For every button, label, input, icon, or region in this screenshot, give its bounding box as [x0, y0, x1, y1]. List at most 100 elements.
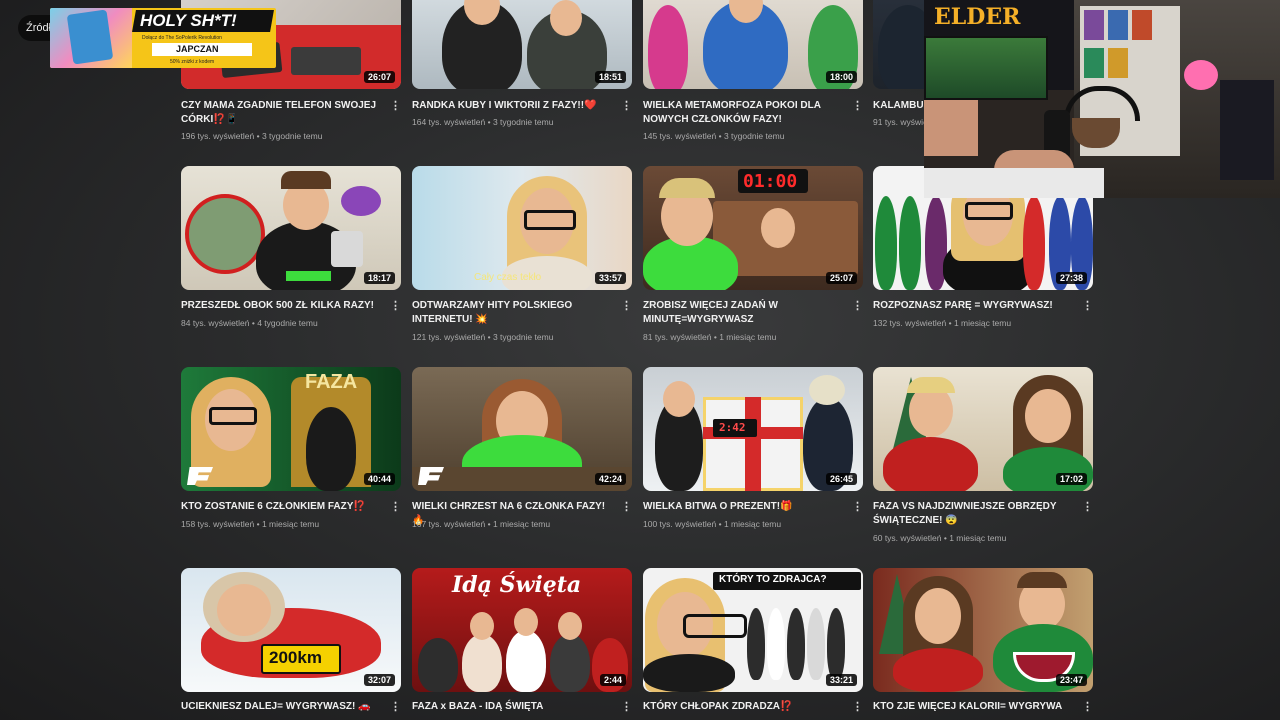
video-duration: 25:07 [825, 272, 857, 284]
view-count: 167 tys. wyświetleń [412, 519, 486, 529]
video-thumbnail[interactable]: KTÓRY TO ZDRAJCA? 33:21 [643, 568, 863, 692]
video-title[interactable]: PRZESZEDŁ OBOK 500 ZŁ KILKA RAZY! [181, 299, 381, 313]
upload-age: 3 tygodnie temu [492, 117, 554, 127]
upload-age: 3 tygodnie temu [723, 131, 785, 141]
sponsor-title: HOLY SH*T! [140, 11, 237, 30]
view-count: 145 tys. wyświetleń [643, 131, 717, 141]
more-options-icon[interactable]: ⋮ [852, 299, 863, 313]
video-meta: 81 tys. wyświetleń • 1 miesiąc temu [643, 332, 777, 342]
more-options-icon[interactable]: ⋮ [390, 99, 401, 113]
video-thumbnail[interactable]: 23:47 [873, 568, 1093, 692]
video-meta: 164 tys. wyświetleń • 3 tygodnie temu [412, 117, 554, 127]
video-meta: 145 tys. wyświetleń • 3 tygodnie temu [643, 131, 785, 141]
upload-age: 3 tygodnie temu [261, 131, 323, 141]
video-duration: 40:44 [363, 473, 395, 485]
video-title[interactable]: ROZPOZNASZ PARĘ = WYGRYWASZ! [873, 299, 1073, 313]
video-thumbnail[interactable]: FAZA 40:44 [181, 367, 401, 491]
video-duration: 23:47 [1055, 674, 1087, 686]
upload-age: 1 miesiąc temu [261, 519, 320, 529]
faza-logo: FAZA [305, 371, 358, 393]
webcam-overlay: ELDER [924, 0, 1280, 198]
video-thumbnail[interactable]: 01:00 25:07 [643, 166, 863, 290]
more-options-icon[interactable]: ⋮ [621, 99, 632, 113]
sponsor-banner: HOLY SH*T! Dołącz do The SoPolerik Revol… [50, 8, 276, 68]
video-duration: 26:07 [363, 71, 395, 83]
view-count: 132 tys. wyświetleń [873, 318, 947, 328]
video-title[interactable]: KTO ZOSTANIE 6 CZŁONKIEM FAZY⁉️ [181, 500, 381, 514]
more-options-icon[interactable]: ⋮ [621, 299, 632, 313]
upload-age: 1 miesiąc temu [492, 519, 551, 529]
video-title[interactable]: FAZA x BAZA - IDĄ ŚWIĘTA [412, 700, 612, 714]
countdown-timer: 2:42 [719, 421, 746, 434]
more-options-icon[interactable]: ⋮ [852, 500, 863, 514]
video-thumbnail[interactable]: 200km 32:07 [181, 568, 401, 692]
upload-age: 1 miesiąc temu [719, 332, 777, 342]
video-meta: 121 tys. wyświetleń • 3 tygodnie temu [412, 332, 554, 342]
video-title[interactable]: FAZA VS NAJDZIWNIEJSZE OBRZĘDY ŚWIĄTECZN… [873, 500, 1073, 528]
countdown-timer: 01:00 [743, 171, 798, 192]
video-duration: 17:02 [1055, 473, 1087, 485]
video-meta: 158 tys. wyświetleń • 1 miesiąc temu [181, 519, 320, 529]
more-options-icon[interactable]: ⋮ [621, 500, 632, 514]
video-title[interactable]: CZY MAMA ZGADNIE TELEFON SWOJEJ CÓRKI⁉️📱 [181, 99, 381, 127]
video-title[interactable]: KTO ZJE WIĘCEJ KALORII= WYGRYWA [873, 700, 1073, 714]
view-count: 84 tys. wyświetleń [181, 318, 250, 328]
view-count: 100 tys. wyświetleń [643, 519, 717, 529]
video-duration: 18:17 [363, 272, 395, 284]
more-options-icon[interactable]: ⋮ [852, 99, 863, 113]
video-title[interactable]: WIELKA BITWA O PREZENT!🎁 [643, 500, 843, 514]
video-title[interactable]: ODTWARZAMY HITY POLSKIEGO INTERNETU! 💥 [412, 299, 612, 327]
video-thumbnail[interactable]: 42:24 [412, 367, 632, 491]
more-options-icon[interactable]: ⋮ [621, 700, 632, 714]
video-title[interactable]: ZROBISZ WIĘCEJ ZADAŃ W MINUTĘ=WYGRYWASZ [643, 299, 843, 327]
video-duration: 32:07 [363, 674, 395, 686]
view-count: 81 tys. wyświetleń [643, 332, 712, 342]
upload-age: 3 tygodnie temu [492, 332, 554, 342]
thumbnail-banner: KTÓRY TO ZDRAJCA? [719, 574, 827, 585]
upload-age: 1 miesiąc temu [723, 519, 782, 529]
sponsor-line: Dołącz do The SoPolerik Revolution [142, 35, 222, 41]
more-options-icon[interactable]: ⋮ [1082, 299, 1093, 313]
more-options-icon[interactable]: ⋮ [852, 700, 863, 714]
video-thumbnail[interactable]: 17:02 [873, 367, 1093, 491]
sponsor-brand: JAPCZAN [176, 44, 219, 54]
video-thumbnail[interactable]: 18:51 [412, 0, 632, 89]
video-meta: 196 tys. wyświetleń • 3 tygodnie temu [181, 131, 323, 141]
more-options-icon[interactable]: ⋮ [1082, 700, 1093, 714]
view-count: 121 tys. wyświetleń [412, 332, 486, 342]
more-options-icon[interactable]: ⋮ [390, 500, 401, 514]
video-meta: 167 tys. wyświetleń • 1 miesiąc temu [412, 519, 551, 529]
view-count: 196 tys. wyświetleń [181, 131, 255, 141]
video-duration: 33:57 [594, 272, 626, 284]
video-meta: 60 tys. wyświetleń • 1 miesiąc temu [873, 533, 1007, 543]
video-duration: 33:21 [825, 674, 857, 686]
streamer-name: ELDER [934, 4, 1021, 30]
video-thumbnail[interactable]: 18:17 [181, 166, 401, 290]
upload-age: 1 miesiąc temu [953, 318, 1012, 328]
video-thumbnail[interactable]: 2:42 26:45 [643, 367, 863, 491]
more-options-icon[interactable]: ⋮ [1082, 500, 1093, 514]
video-duration: 2:44 [599, 674, 626, 686]
video-thumbnail[interactable]: Idą Święta 2:44 [412, 568, 632, 692]
video-duration: 27:38 [1055, 272, 1087, 284]
video-duration: 42:24 [594, 473, 626, 485]
distance-sign: 200km [269, 648, 322, 667]
video-title[interactable]: RANDKA KUBY I WIKTORII Z FAZY!!❤️ [412, 99, 612, 113]
video-meta: 84 tys. wyświetleń • 4 tygodnie temu [181, 318, 318, 328]
video-title[interactable]: WIELKA METAMORFOZA POKOI DLA NOWYCH CZŁO… [643, 99, 843, 127]
sponsor-discount: 50% zniżki z kodem [170, 59, 215, 65]
video-meta: 100 tys. wyświetleń • 1 miesiąc temu [643, 519, 782, 529]
upload-age: 4 tygodnie temu [257, 318, 318, 328]
video-duration: 26:45 [825, 473, 857, 485]
video-thumbnail[interactable]: 18:00 [643, 0, 863, 89]
video-duration: 18:00 [825, 71, 857, 83]
video-meta: 132 tys. wyświetleń • 1 miesiąc temu [873, 318, 1012, 328]
upload-age: 1 miesiąc temu [949, 533, 1007, 543]
more-options-icon[interactable]: ⋮ [390, 700, 401, 714]
video-duration: 18:51 [594, 71, 626, 83]
video-title[interactable]: UCIEKNIESZ DALEJ= WYGRYWASZ! 🚗 [181, 700, 381, 714]
more-options-icon[interactable]: ⋮ [390, 299, 401, 313]
view-count: 60 tys. wyświetleń [873, 533, 942, 543]
video-title[interactable]: KTÓRY CHŁOPAK ZDRADZA⁉️ [643, 700, 843, 714]
video-thumbnail[interactable]: Cały czas tekło 33:57 [412, 166, 632, 290]
